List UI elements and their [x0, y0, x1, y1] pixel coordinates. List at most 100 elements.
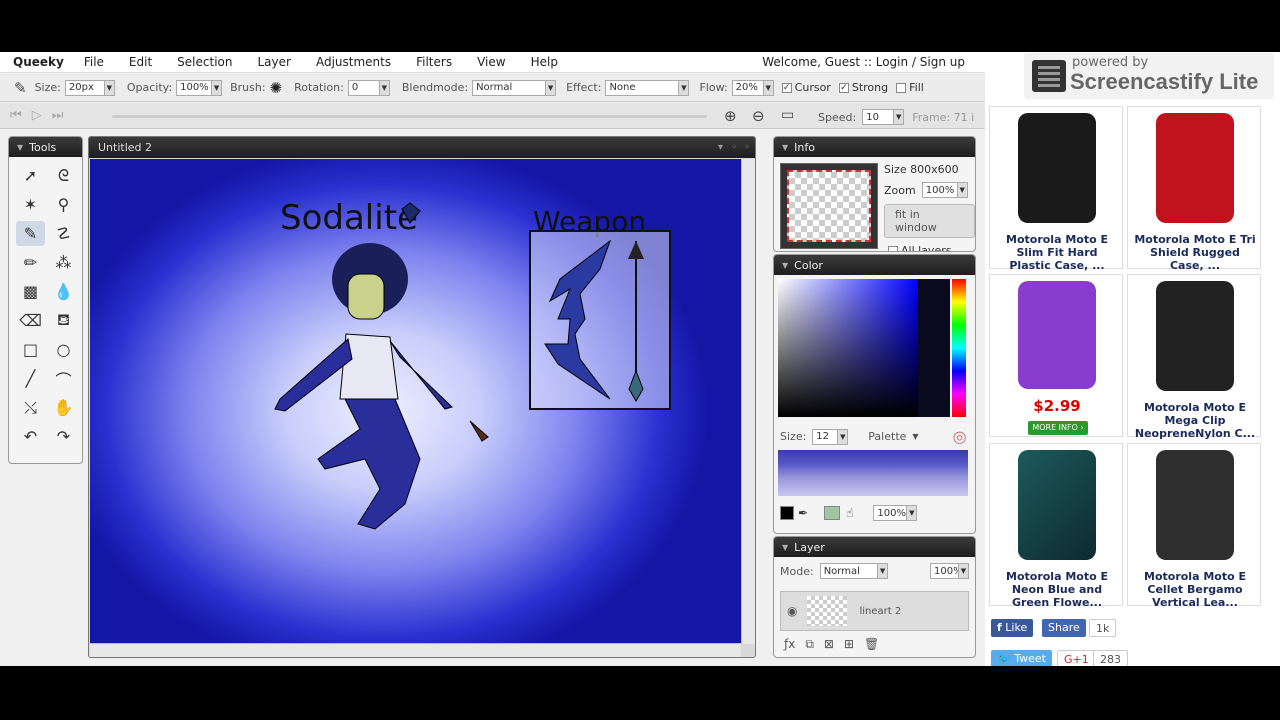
secondary-color-swatch[interactable]	[824, 506, 841, 520]
undo-icon[interactable]: ↶	[16, 424, 45, 449]
menu-help[interactable]: Help	[531, 55, 558, 69]
ad-card[interactable]: Motorola Moto E Cellet Bergamo Vertical …	[1127, 443, 1261, 609]
zoom-select[interactable]: 100% ▼	[921, 182, 968, 198]
tools-panel-header[interactable]: ▼ Tools	[9, 137, 82, 157]
canvas-window-header[interactable]: Untitled 2 ▾ ◦ ◦	[89, 137, 755, 158]
opacity-select[interactable]: 100% ▼	[176, 79, 223, 96]
bucket-tool-icon[interactable]: ⛾	[49, 308, 78, 333]
menu-selection[interactable]: Selection	[177, 55, 232, 69]
maximize-icon[interactable]: ◦	[731, 142, 737, 153]
chevron-down-icon[interactable]: ▼	[912, 432, 918, 441]
strong-checkbox[interactable]: ✓ Strong	[838, 81, 888, 94]
drop-tool-icon[interactable]: 💧	[49, 279, 78, 304]
ad-title[interactable]: Motorola Moto E Mega Clip NeopreneNylon …	[1132, 401, 1258, 440]
play-icon[interactable]: ▷	[32, 108, 42, 123]
transform-tool-icon[interactable]: ⤯	[16, 395, 45, 420]
ellipse-tool-icon[interactable]: ○	[49, 337, 78, 362]
layer-mode-select[interactable]: Normal ▼	[819, 563, 889, 579]
ad-title[interactable]: Motorola Moto E Cellet Bergamo Vertical …	[1132, 570, 1258, 609]
zoom-out-icon[interactable]: ⊖	[752, 107, 765, 125]
ad-card[interactable]: Motorola Moto E Tri Shield Rugged Case, …	[1127, 106, 1261, 272]
curve-tool-icon[interactable]: ⌒	[49, 366, 78, 391]
menu-edit[interactable]: Edit	[129, 55, 152, 69]
menu-filters[interactable]: Filters	[416, 55, 452, 69]
merge-layer-icon[interactable]: ⊠	[824, 637, 834, 652]
saturation-value-picker[interactable]	[778, 279, 918, 417]
canvas-horizontal-scrollbar[interactable]	[90, 643, 741, 657]
magic-wand-icon[interactable]: ✶	[16, 192, 45, 217]
menu-adjustments[interactable]: Adjustments	[316, 55, 391, 69]
ad-card[interactable]: Motorola Moto E Slim Fit Hard Plastic Ca…	[989, 106, 1123, 272]
menu-layer[interactable]: Layer	[257, 55, 290, 69]
rectangle-tool-icon[interactable]: □	[16, 337, 45, 362]
screen-icon[interactable]: ▭	[781, 107, 794, 123]
ad-title[interactable]: Motorola Moto E Tri Shield Rugged Case, …	[1132, 233, 1258, 272]
all-layers-checkbox[interactable]: All layers	[888, 244, 951, 251]
color-wheel-icon[interactable]: ◎	[953, 427, 967, 446]
minimize-icon[interactable]: ▾	[718, 142, 723, 153]
close-icon[interactable]: ◦	[744, 142, 750, 153]
ad-card[interactable]: Motorola Moto E Neon Blue and Green Flow…	[989, 443, 1123, 609]
eyedropper-icon[interactable]: ✒	[798, 506, 808, 520]
facebook-like-button[interactable]: f Like	[991, 619, 1034, 637]
flow-select[interactable]: 20% ▼	[731, 79, 774, 96]
ad-title[interactable]: Motorola Moto E Slim Fit Hard Plastic Ca…	[994, 233, 1120, 272]
canvas-vertical-scrollbar[interactable]	[741, 159, 755, 644]
timeline-slider[interactable]	[112, 115, 707, 118]
lasso-tool-icon[interactable]: ᘓ	[49, 163, 78, 188]
speed-select[interactable]: 10 ▼	[862, 109, 905, 125]
canvas-artwork: Sodalite Weapon	[274, 198, 671, 530]
fill-hand-icon[interactable]: ☝	[846, 506, 853, 520]
size-select[interactable]: 20px ▼	[64, 79, 115, 96]
trash-icon[interactable]: 🗑	[864, 637, 879, 652]
fit-in-window-button[interactable]: fit in window	[884, 204, 975, 238]
new-layer-icon[interactable]: ⊞	[844, 637, 854, 652]
layer-panel-header[interactable]: ▼ Layer	[774, 537, 975, 557]
zoom-in-icon[interactable]: ⊕	[724, 107, 737, 125]
drawing-canvas[interactable]: Sodalite Weapon	[90, 159, 741, 644]
rewind-icon[interactable]: ⏮	[10, 108, 22, 123]
color-panel-header[interactable]: ▼ Color	[774, 255, 975, 275]
pencil-tool-icon[interactable]: ✏	[16, 250, 45, 275]
more-info-button[interactable]: MORE INFO ›	[1028, 421, 1088, 435]
ad-title[interactable]: Motorola Moto E Neon Blue and Green Flow…	[994, 570, 1120, 609]
facebook-share-button[interactable]: Share	[1042, 619, 1086, 637]
hue-slider[interactable]	[952, 279, 966, 417]
brush-shape-icon[interactable]: ✺	[270, 79, 283, 97]
move-tool-icon[interactable]: ➚	[16, 163, 45, 188]
hand-tool-icon[interactable]: ✋	[49, 395, 78, 420]
blendmode-select[interactable]: Normal ▼	[472, 79, 557, 96]
layer-opacity-select[interactable]: 100% ▼	[930, 563, 969, 579]
magnifier-tool-icon[interactable]: ⚲	[49, 192, 78, 217]
info-panel-header[interactable]: ▼ Info	[774, 137, 975, 157]
palette-swatches[interactable]	[778, 450, 968, 496]
ad-card[interactable]: $2.99 MORE INFO ›	[989, 274, 1123, 437]
layer-row[interactable]: ◉ lineart 2	[780, 591, 969, 631]
primary-color-swatch[interactable]	[780, 506, 794, 520]
fill-checkbox[interactable]: Fill	[896, 81, 924, 94]
menu-file[interactable]: File	[84, 55, 104, 69]
fx-icon[interactable]: ƒx	[784, 637, 795, 652]
smudge-tool-icon[interactable]: ☡	[49, 221, 78, 246]
eraser-tool-icon[interactable]: ⌫	[16, 308, 45, 333]
pattern-tool-icon[interactable]: ▩	[16, 279, 45, 304]
app-brand[interactable]: Queeky	[13, 55, 64, 69]
duplicate-layer-icon[interactable]: ⧉	[805, 637, 814, 652]
redo-icon[interactable]: ↷	[49, 424, 78, 449]
forward-end-icon[interactable]: ⏭	[52, 108, 64, 123]
color-opacity-select[interactable]: 100% ▼	[873, 505, 918, 521]
navigator-thumbnail[interactable]	[780, 163, 878, 249]
rotation-select[interactable]: 0 ▼	[347, 79, 390, 96]
welcome-login-text[interactable]: Welcome, Guest :: Login / Sign up	[762, 55, 965, 69]
palette-label[interactable]: Palette	[868, 430, 906, 443]
line-tool-icon[interactable]: ╱	[16, 366, 45, 391]
ad-card[interactable]: Motorola Moto E Mega Clip NeopreneNylon …	[1127, 274, 1261, 440]
brush-tool-icon[interactable]: ✎	[16, 221, 45, 246]
spray-tool-icon[interactable]: ⁂	[49, 250, 78, 275]
menu-view[interactable]: View	[477, 55, 505, 69]
cursor-checkbox[interactable]: ✓ Cursor	[781, 81, 831, 94]
current-shade-strip[interactable]	[918, 279, 950, 417]
effect-select[interactable]: None ▼	[605, 79, 690, 96]
color-size-select[interactable]: 12 ▼	[812, 428, 849, 445]
eye-icon[interactable]: ◉	[787, 604, 797, 618]
